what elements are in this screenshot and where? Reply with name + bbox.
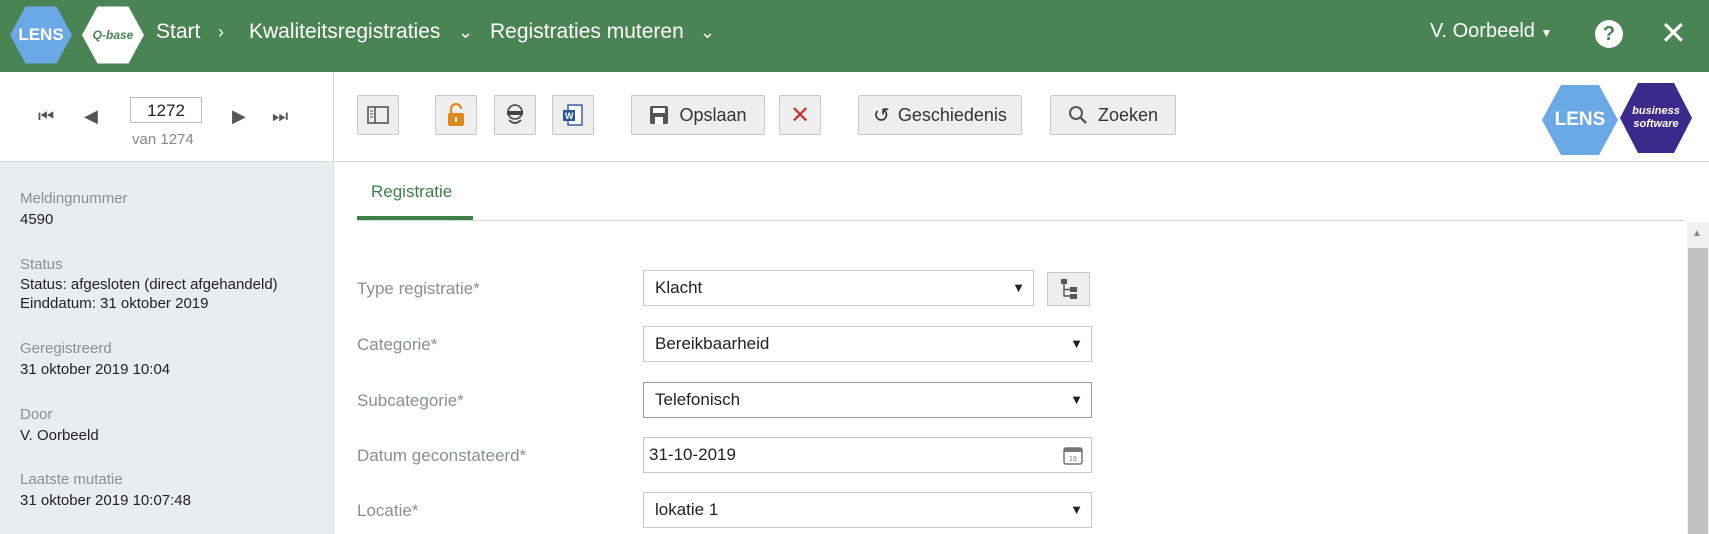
anonymize-button[interactable] [494, 95, 536, 135]
dropdown-arrow-icon: ▼ [1070, 502, 1083, 517]
lens-brand-text: LENS [1554, 109, 1606, 130]
categorie-value: Bereikbaarheid [655, 334, 770, 353]
previous-record-icon[interactable]: ◀ [84, 106, 98, 127]
tab-divider [357, 220, 1685, 221]
chevron-right-icon: › [218, 22, 224, 42]
info-value: 4590 [20, 211, 54, 228]
toolbar: W Opslaan ✕ ↺ Geschiedenis Zoeken [334, 72, 1709, 162]
panel-icon [367, 106, 389, 124]
field-label-categorie: Categorie* [357, 335, 438, 354]
scrollbar-thumb[interactable] [1688, 248, 1708, 534]
lens-logo[interactable]: LENS [10, 6, 72, 64]
record-info-sidebar: Meldingnummer 4590 Status Status: afgesl… [0, 162, 334, 534]
dropdown-arrow-icon: ▼ [1070, 392, 1083, 407]
field-label-type: Type registratie* [357, 279, 480, 298]
word-export-button[interactable]: W [552, 95, 594, 135]
breadcrumb-kwaliteitsregistraties[interactable]: Kwaliteitsregistraties [249, 20, 440, 44]
save-button[interactable]: Opslaan [631, 95, 765, 135]
unlock-button[interactable] [435, 95, 477, 135]
record-count: van 1274 [132, 131, 194, 148]
qbase-logo[interactable]: Q-base [82, 6, 144, 64]
user-menu[interactable]: V. Oorbeeld ▼ [1430, 20, 1552, 43]
search-icon [1068, 106, 1087, 124]
tab-registratie[interactable]: Registratie [371, 182, 452, 202]
field-label-subcategorie: Subcategorie* [357, 391, 464, 410]
caret-down-icon: ▼ [1540, 26, 1553, 40]
search-button[interactable]: Zoeken [1050, 95, 1176, 135]
top-bar: LENS Q-base Start › Kwaliteitsregistrati… [0, 0, 1709, 72]
tree-icon [1060, 279, 1077, 299]
history-icon: ↺ [873, 104, 890, 127]
last-record-icon[interactable]: ⏭ [272, 106, 288, 127]
qbase-logo-text: Q-base [92, 28, 134, 42]
record-navigator: ⏮ ◀ 1272 van 1274 ▶ ⏭ [0, 72, 334, 162]
toggle-panel-button[interactable] [357, 95, 399, 135]
subcategorie-value: Telefonisch [655, 390, 741, 409]
info-value: Einddatum: 31 oktober 2019 [20, 295, 209, 312]
dropdown-arrow-icon: ▼ [1012, 280, 1025, 295]
datum-value: 31-10-2019 [649, 445, 736, 464]
close-icon[interactable]: ✕ [1660, 14, 1687, 52]
info-label: Door [20, 406, 53, 423]
field-label-locatie: Locatie* [357, 501, 419, 520]
save-label: Opslaan [679, 104, 747, 125]
history-label: Geschiedenis [897, 104, 1007, 125]
info-value: V. Oorbeeld [20, 427, 99, 444]
type-registratie-select[interactable]: Klacht ▼ [643, 270, 1034, 306]
lens-logo-text: LENS [18, 25, 64, 44]
info-value: 31 oktober 2019 10:04 [20, 361, 171, 378]
cancel-icon: ✕ [789, 101, 811, 129]
field-label-datum: Datum geconstateerd* [357, 446, 527, 465]
unlock-icon [448, 103, 464, 126]
business-software-text: business software [1632, 105, 1680, 130]
breadcrumb-start[interactable]: Start [156, 20, 200, 44]
locatie-select[interactable]: lokatie 1 ▼ [643, 492, 1092, 528]
incognito-icon [507, 104, 523, 124]
search-label: Zoeken [1097, 104, 1159, 125]
chevron-down-icon[interactable]: ⌄ [700, 22, 715, 43]
subcategorie-select[interactable]: Telefonisch ▼ [643, 382, 1092, 418]
info-label: Geregistreerd [20, 340, 112, 357]
info-value: Status: afgesloten (direct afgehandeld) [20, 276, 278, 293]
info-label: Status [20, 256, 63, 273]
datum-input[interactable]: 31-10-2019 19 [643, 437, 1092, 473]
breadcrumb-registraties-muteren[interactable]: Registraties muteren [490, 20, 684, 44]
record-number-input[interactable]: 1272 [130, 97, 202, 123]
info-value: 31 oktober 2019 10:07:48 [20, 492, 191, 509]
categorie-select[interactable]: Bereikbaarheid ▼ [643, 326, 1092, 362]
dropdown-arrow-icon: ▼ [1070, 336, 1083, 351]
word-icon: W [563, 104, 583, 126]
tree-view-button[interactable] [1047, 272, 1090, 306]
history-button[interactable]: ↺ Geschiedenis [858, 95, 1022, 135]
cancel-button[interactable]: ✕ [779, 95, 821, 135]
first-record-icon[interactable]: ⏮ [38, 106, 54, 127]
floppy-disk-icon [650, 106, 669, 124]
user-name: V. Oorbeeld [1430, 20, 1535, 42]
chevron-down-icon[interactable]: ⌄ [458, 22, 473, 43]
scroll-up-icon[interactable]: ▲ [1692, 228, 1702, 239]
svg-text:W: W [565, 111, 574, 121]
info-label: Meldingnummer [20, 190, 128, 207]
info-label: Laatste mutatie [20, 471, 123, 488]
type-registratie-value: Klacht [655, 278, 703, 297]
svg-text:19: 19 [1069, 456, 1077, 463]
help-icon[interactable]: ? [1595, 20, 1623, 48]
calendar-icon[interactable]: 19 [1063, 445, 1083, 465]
locatie-value: lokatie 1 [655, 500, 719, 519]
next-record-icon[interactable]: ▶ [232, 106, 246, 127]
